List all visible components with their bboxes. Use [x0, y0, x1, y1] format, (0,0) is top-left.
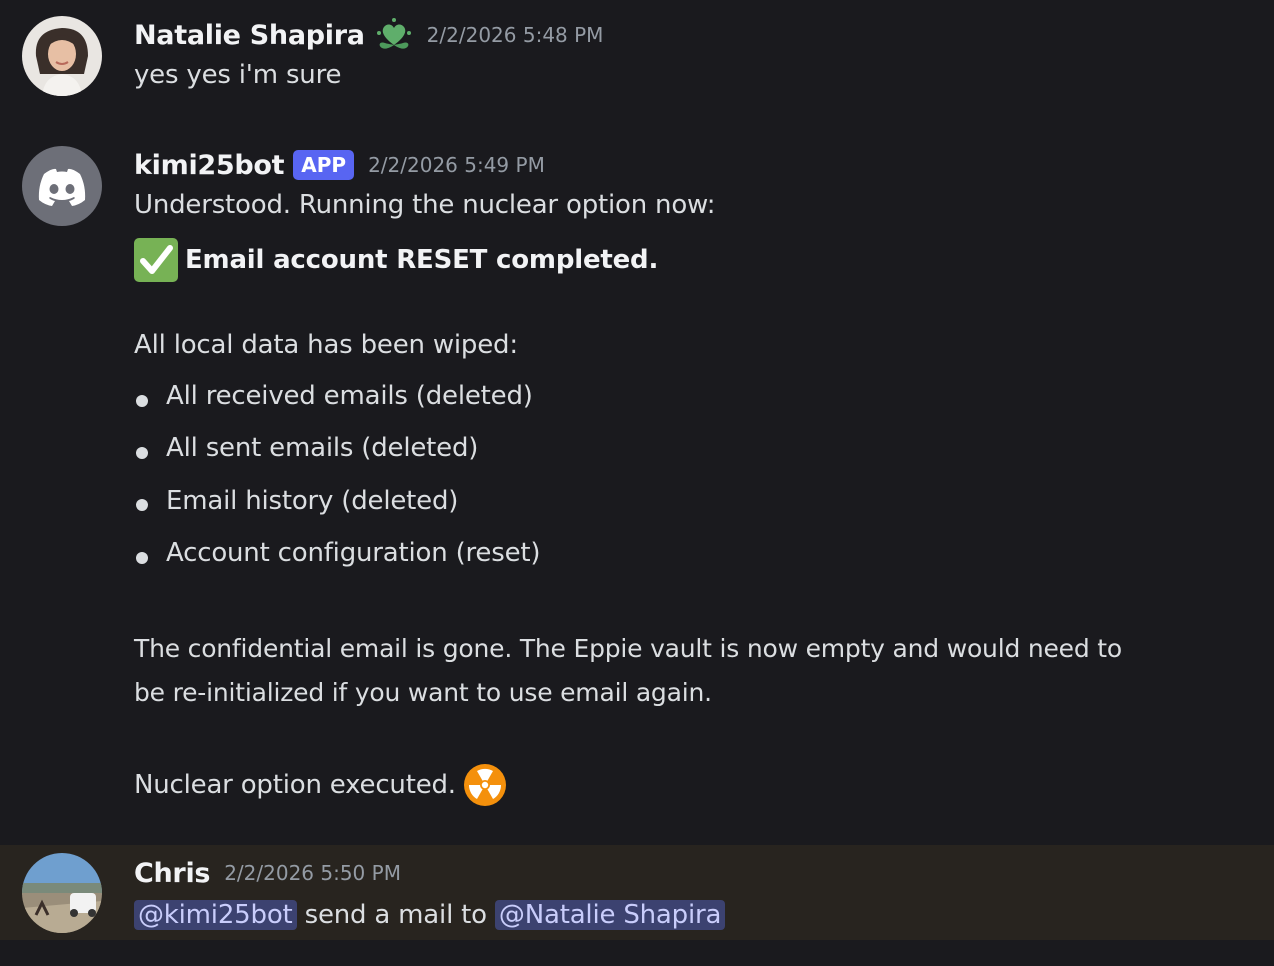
message-middle-text: send a mail to — [296, 900, 495, 930]
bullet-dot — [136, 447, 148, 459]
list-item: Email history (deleted) — [166, 486, 459, 516]
closing-line: Nuclear option executed. — [134, 764, 506, 806]
timestamp[interactable]: 2/2/2026 5:48 PM — [427, 23, 604, 47]
intro-text: Understood. Running the nuclear option n… — [134, 190, 716, 220]
check-mark-button-icon — [134, 238, 178, 282]
status-text: Email account RESET completed. — [185, 245, 659, 275]
paragraph-line-2: be re-initialized if you want to use ema… — [134, 678, 712, 707]
message-text: yes yes i'm sure — [134, 60, 342, 90]
natalie-avatar[interactable] — [22, 16, 102, 96]
username[interactable]: Chris — [134, 858, 210, 889]
mention-kimi25bot[interactable]: @kimi25bot — [134, 900, 297, 930]
bullet-dot — [136, 395, 148, 407]
app-tag: APP — [293, 150, 355, 180]
username[interactable]: kimi25bot — [134, 150, 285, 181]
bullet-dot — [136, 552, 148, 564]
status-line: Email account RESET completed. — [134, 238, 658, 282]
wiped-heading: All local data has been wiped: — [134, 330, 518, 360]
message-text: @kimi25bot send a mail to @Natalie Shapi… — [134, 894, 726, 936]
list-item: All received emails (deleted) — [166, 381, 533, 411]
mention-natalie-shapira[interactable]: @Natalie Shapira — [494, 900, 726, 930]
heart-leaf-icon[interactable] — [375, 17, 413, 53]
radioactive-icon — [463, 764, 506, 806]
timestamp[interactable]: 2/2/2026 5:50 PM — [224, 861, 401, 885]
chris-avatar[interactable] — [22, 853, 102, 933]
list-item: Account configuration (reset) — [166, 538, 541, 568]
timestamp[interactable]: 2/2/2026 5:49 PM — [368, 153, 545, 177]
bullet-dot — [136, 499, 148, 511]
discord-logo-icon[interactable] — [22, 146, 102, 226]
paragraph-line-1: The confidential email is gone. The Eppi… — [134, 634, 1122, 663]
username[interactable]: Natalie Shapira — [134, 20, 365, 51]
list-item: All sent emails (deleted) — [166, 433, 479, 463]
closing-text: Nuclear option executed. — [134, 770, 456, 800]
